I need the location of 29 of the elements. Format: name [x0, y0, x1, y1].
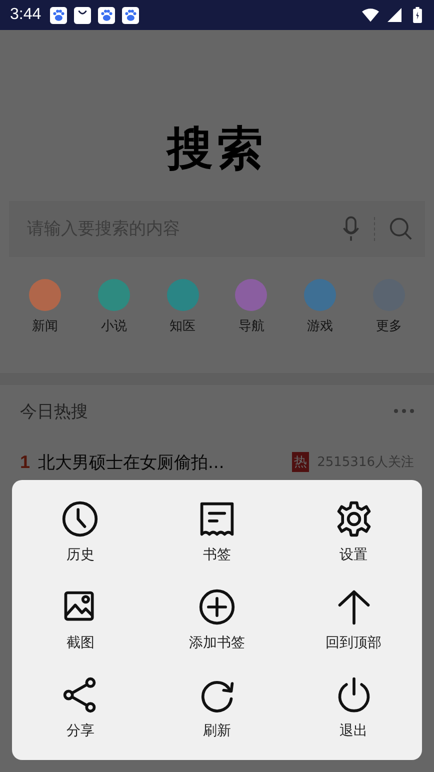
signal-icon — [386, 8, 403, 22]
menu-item[interactable]: 设置 — [285, 488, 422, 576]
plus-circle-icon — [198, 588, 236, 626]
paw-icon — [50, 6, 68, 24]
hot-tag: 热 — [292, 452, 310, 472]
menu-item[interactable]: 刷新 — [148, 664, 286, 752]
menu-item[interactable]: 添加书签 — [148, 576, 286, 664]
menu-item[interactable]: 历史 — [12, 488, 149, 576]
news-headline[interactable]: 北大男硕士在女厕偷拍... — [38, 450, 284, 474]
app-title: 搜索 — [167, 125, 267, 171]
more-icon[interactable] — [394, 409, 414, 413]
clock-icon — [61, 500, 100, 538]
menu-item[interactable]: 截图 — [12, 576, 149, 664]
battery-icon — [413, 7, 422, 23]
paw-icon — [98, 6, 116, 24]
status-time: 3:44 — [10, 6, 42, 24]
menu-item[interactable]: 回到顶部 — [285, 576, 422, 664]
menu-item[interactable]: 分享 — [12, 664, 149, 752]
wifi-icon — [362, 8, 379, 22]
search-icon[interactable] — [389, 217, 413, 241]
menu-item[interactable]: 退出 — [285, 664, 422, 752]
paw-icon — [122, 6, 140, 24]
receipt-icon — [198, 500, 236, 538]
bag-icon — [74, 6, 92, 24]
microphone-icon[interactable] — [342, 216, 360, 242]
section-title: 今日热搜 — [20, 400, 88, 422]
settings-icon — [334, 500, 373, 538]
rank-number: 1 — [20, 452, 30, 472]
menu-item[interactable]: 书签 — [148, 488, 286, 576]
